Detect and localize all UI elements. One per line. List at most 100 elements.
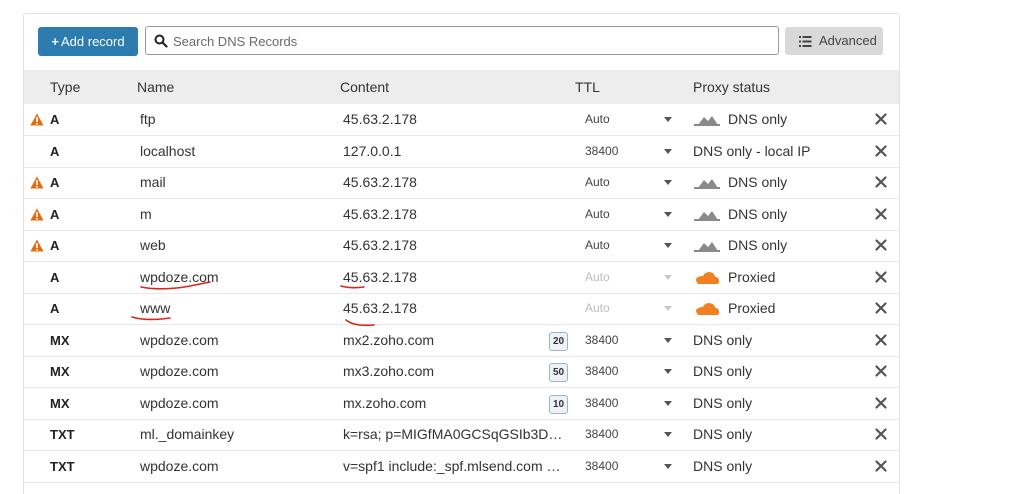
record-content[interactable]: 127.0.0.1 [343,136,567,167]
record-type: A [50,293,59,324]
chevron-down-icon[interactable] [664,401,672,406]
close-icon[interactable] [875,113,887,125]
annotation-underline-www [130,311,172,323]
cloud-dns-only-icon [694,112,720,127]
table-row[interactable]: TXTwpdoze.comv=spf1 include:_spf.mlsend.… [24,451,899,483]
column-header-proxy-status[interactable]: Proxy status [693,70,770,104]
close-icon[interactable] [875,397,887,409]
chevron-down-icon[interactable] [664,149,672,154]
record-content[interactable]: v=spf1 include:_spf.mlsend.com a … [343,451,567,482]
table-row[interactable]: TXT ml._domainkey k=rsa; p=MIGfMA0GCSqGSIb… [24,419,899,451]
close-icon[interactable] [875,302,887,314]
warning-icon[interactable] [30,113,44,126]
table-row[interactable]: Alocalhost127.0.0.138400DNS only - local… [24,136,899,168]
close-icon[interactable] [875,271,887,283]
table-row[interactable]: Aftp 45.63.2.178 Auto DNS only [24,104,899,136]
ttl-select[interactable]: Auto [585,199,610,230]
cloud-proxied-icon [694,301,720,316]
record-content[interactable]: 45.63.2.178 [343,293,567,324]
warning-icon[interactable] [30,239,44,252]
warning-icon[interactable] [30,176,44,189]
proxy-status[interactable]: Proxied [728,293,775,324]
record-name[interactable]: wpdoze.com [140,388,219,419]
ttl-select[interactable]: 38400 [585,136,618,167]
proxy-status[interactable]: DNS only [693,356,752,387]
record-type: A [50,230,59,261]
ttl-select[interactable]: 38400 [585,356,618,387]
chevron-down-icon[interactable] [664,243,672,248]
chevron-down-icon[interactable] [664,338,672,343]
record-name[interactable]: ftp [140,104,156,135]
proxy-status[interactable]: DNS only [728,199,787,230]
record-name[interactable]: wpdoze.com [140,451,219,482]
table-row[interactable]: MXwpdoze.commx3.zoho.com5038400DNS only [24,356,899,388]
record-name[interactable]: localhost [140,136,195,167]
close-icon[interactable] [875,365,887,377]
record-content[interactable]: 45.63.2.178 [343,230,567,261]
table-row[interactable]: MXwpdoze.commx.zoho.com1038400DNS only [24,388,899,420]
record-name[interactable]: ml._domainkey [140,419,234,450]
ttl-select[interactable]: Auto [585,230,610,261]
ttl-select[interactable]: Auto [585,104,610,135]
cloud-dns-only-icon [694,207,720,222]
ttl-select[interactable]: 38400 [585,451,618,482]
toolbar: +Add record Advanced [24,14,899,69]
column-header-type[interactable]: Type [50,70,80,104]
record-content[interactable]: 45.63.2.178 [343,262,567,293]
column-header-name[interactable]: Name [137,70,174,104]
proxy-status[interactable]: Proxied [728,262,775,293]
proxy-status[interactable]: DNS only [693,419,752,450]
table-row[interactable]: MXwpdoze.commx2.zoho.com2038400DNS only [24,325,899,357]
warning-icon[interactable] [30,208,44,221]
ttl-select: Auto [585,262,610,293]
proxy-status[interactable]: DNS only [728,167,787,198]
record-name[interactable]: wpdoze.com [140,356,219,387]
close-icon[interactable] [875,239,887,251]
add-record-button[interactable]: +Add record [38,27,138,56]
table-row[interactable]: Aweb 45.63.2.178 Auto DNS only [24,230,899,262]
proxy-status[interactable]: DNS only [693,325,752,356]
record-content[interactable]: mx3.zoho.com [343,356,567,387]
advanced-button[interactable]: Advanced [785,27,883,55]
proxy-status[interactable]: DNS only [728,230,787,261]
ttl-select[interactable]: 38400 [585,419,618,450]
record-name[interactable]: m [140,199,152,230]
search-input[interactable] [171,30,770,53]
proxy-status[interactable]: DNS only [693,388,752,419]
close-icon[interactable] [875,208,887,220]
chevron-down-icon[interactable] [664,369,672,374]
chevron-down-icon[interactable] [664,180,672,185]
chevron-down-icon[interactable] [664,464,672,469]
record-content[interactable]: k=rsa; p=MIGfMA0GCSqGSIb3DQE… [343,419,567,450]
record-name[interactable]: web [140,230,166,261]
chevron-down-icon[interactable] [664,212,672,217]
proxy-status[interactable]: DNS only [693,451,752,482]
proxy-status[interactable]: DNS only [728,104,787,135]
record-content[interactable]: mx2.zoho.com [343,325,567,356]
record-name[interactable]: wpdoze.com [140,325,219,356]
column-header-content[interactable]: Content [340,70,389,104]
ttl-select[interactable]: 38400 [585,388,618,419]
search-box[interactable] [145,26,779,55]
record-content[interactable]: 45.63.2.178 [343,167,567,198]
chevron-down-icon[interactable] [664,432,672,437]
column-header-ttl[interactable]: TTL [575,70,600,104]
table-row[interactable]: Am45.63.2.178AutoDNS only [24,199,899,231]
record-content[interactable]: mx.zoho.com [343,388,567,419]
ttl-select[interactable]: Auto [585,167,610,198]
close-icon[interactable] [875,145,887,157]
ttl-select: Auto [585,293,610,324]
record-name[interactable]: mail [140,167,166,198]
table-row[interactable]: Amail45.63.2.178AutoDNS only [24,167,899,199]
record-content[interactable]: 45.63.2.178 [343,104,567,135]
proxy-status[interactable]: DNS only - local IP [693,136,810,167]
close-icon[interactable] [875,460,887,472]
ttl-select[interactable]: 38400 [585,325,618,356]
record-content[interactable]: 45.63.2.178 [343,199,567,230]
record-type: TXT [50,419,75,450]
close-icon[interactable] [875,428,887,440]
chevron-down-icon[interactable] [664,117,672,122]
record-type: A [50,104,59,135]
close-icon[interactable] [875,176,887,188]
close-icon[interactable] [875,334,887,346]
